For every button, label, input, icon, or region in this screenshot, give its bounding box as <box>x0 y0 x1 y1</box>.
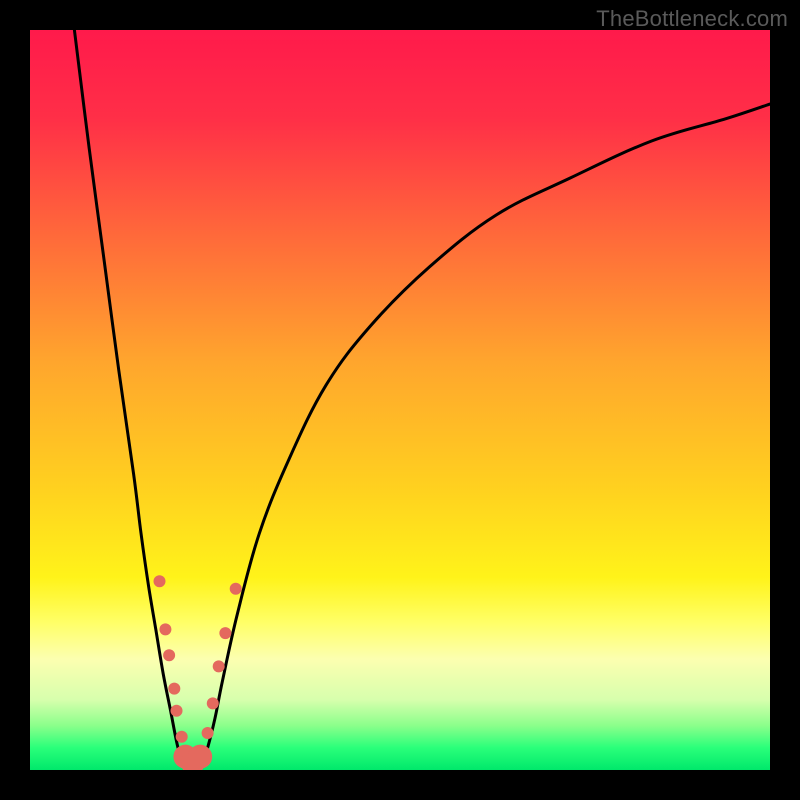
data-marker <box>168 683 180 695</box>
chart-frame: TheBottleneck.com <box>0 0 800 800</box>
data-marker <box>213 660 225 672</box>
data-marker <box>163 649 175 661</box>
watermark-text: TheBottleneck.com <box>596 6 788 32</box>
data-marker <box>171 705 183 717</box>
data-marker <box>230 583 242 595</box>
data-marker <box>176 731 188 743</box>
data-marker <box>202 727 214 739</box>
data-marker <box>159 623 171 635</box>
data-marker <box>207 697 219 709</box>
data-marker <box>154 575 166 587</box>
data-marker <box>188 745 212 769</box>
plot-area <box>30 30 770 770</box>
data-marker <box>219 627 231 639</box>
gradient-background <box>30 30 770 770</box>
